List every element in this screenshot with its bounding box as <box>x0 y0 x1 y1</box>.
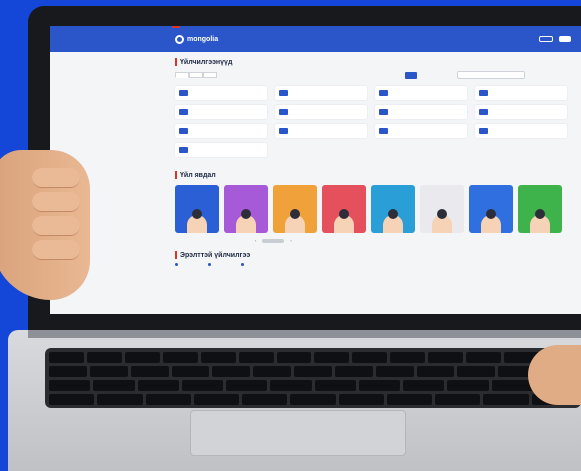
life-event-card[interactable] <box>175 185 219 233</box>
id-icon <box>279 109 288 115</box>
vehicle-icon <box>179 109 188 115</box>
login-button[interactable] <box>539 36 553 42</box>
truck-icon <box>279 128 288 134</box>
life-events-title: Үйл явдал <box>175 171 581 179</box>
life-event-card[interactable] <box>224 185 268 233</box>
services-tabs <box>175 70 525 80</box>
service-item[interactable] <box>175 124 267 138</box>
tab-all[interactable] <box>175 72 189 78</box>
service-item[interactable] <box>175 86 267 100</box>
life-events-carousel <box>175 185 581 233</box>
person-illustration <box>383 209 403 233</box>
service-item[interactable] <box>275 105 367 119</box>
document-icon <box>379 90 388 96</box>
laptop-hinge <box>28 330 581 338</box>
tab-organization[interactable] <box>203 72 217 78</box>
card-icon <box>279 90 288 96</box>
car-icon <box>379 128 388 134</box>
logo-icon <box>175 34 184 44</box>
service-item[interactable] <box>475 105 567 119</box>
popular-services-title: Эрэлттэй үйлчилгээ <box>175 251 581 259</box>
carousel-pager: ‹ › <box>255 238 581 243</box>
service-item[interactable] <box>175 143 267 157</box>
person-illustration <box>236 209 256 233</box>
trackpad <box>190 410 406 456</box>
location-icon <box>379 109 388 115</box>
service-item[interactable] <box>275 86 367 100</box>
person-illustration <box>530 209 550 233</box>
person-illustration <box>334 209 354 233</box>
pager-next-button[interactable]: › <box>290 238 291 243</box>
popular-item[interactable] <box>175 263 178 266</box>
life-event-card[interactable] <box>273 185 317 233</box>
car-icon <box>179 90 188 96</box>
grid-view-button[interactable] <box>405 71 417 79</box>
life-event-card[interactable] <box>469 185 513 233</box>
service-item[interactable] <box>275 124 367 138</box>
person-illustration <box>285 209 305 233</box>
life-event-card[interactable] <box>371 185 415 233</box>
service-item[interactable] <box>175 105 267 119</box>
laptop-screen: mongolia Үйлчилгээнүүд Үйл явдал ‹ › Эрэ… <box>50 26 581 314</box>
life-event-card[interactable] <box>518 185 562 233</box>
building-icon <box>479 109 488 115</box>
service-item[interactable] <box>375 105 467 119</box>
person-illustration <box>481 209 501 233</box>
shield-icon <box>479 128 488 134</box>
left-hand <box>0 150 90 300</box>
right-hand <box>528 345 581 405</box>
top-badge <box>172 26 180 28</box>
search-input[interactable] <box>457 71 525 79</box>
pager-indicator[interactable] <box>262 238 285 243</box>
pager-prev-button[interactable]: ‹ <box>255 238 256 243</box>
service-item[interactable] <box>475 86 567 100</box>
life-event-card[interactable] <box>322 185 366 233</box>
signup-button[interactable] <box>559 36 571 42</box>
service-item[interactable] <box>375 124 467 138</box>
folder-icon <box>179 128 188 134</box>
services-title: Үйлчилгээнүүд <box>175 58 581 66</box>
services-grid <box>175 86 581 157</box>
popular-item[interactable] <box>208 263 211 266</box>
person-illustration <box>432 209 452 233</box>
laptop-keyboard <box>45 348 581 408</box>
logo-text: mongolia <box>187 35 219 43</box>
popular-item[interactable] <box>241 263 244 266</box>
life-event-card[interactable] <box>420 185 464 233</box>
site-header: mongolia <box>50 26 581 52</box>
compact-view-button[interactable] <box>435 72 447 79</box>
list-view-button[interactable] <box>420 72 432 79</box>
service-item[interactable] <box>375 86 467 100</box>
person-illustration <box>187 209 207 233</box>
family-icon <box>479 90 488 96</box>
service-item[interactable] <box>475 124 567 138</box>
popular-services-list <box>175 263 581 266</box>
site-logo[interactable]: mongolia <box>175 34 219 44</box>
tab-category[interactable] <box>189 72 203 78</box>
house-icon <box>179 147 188 153</box>
